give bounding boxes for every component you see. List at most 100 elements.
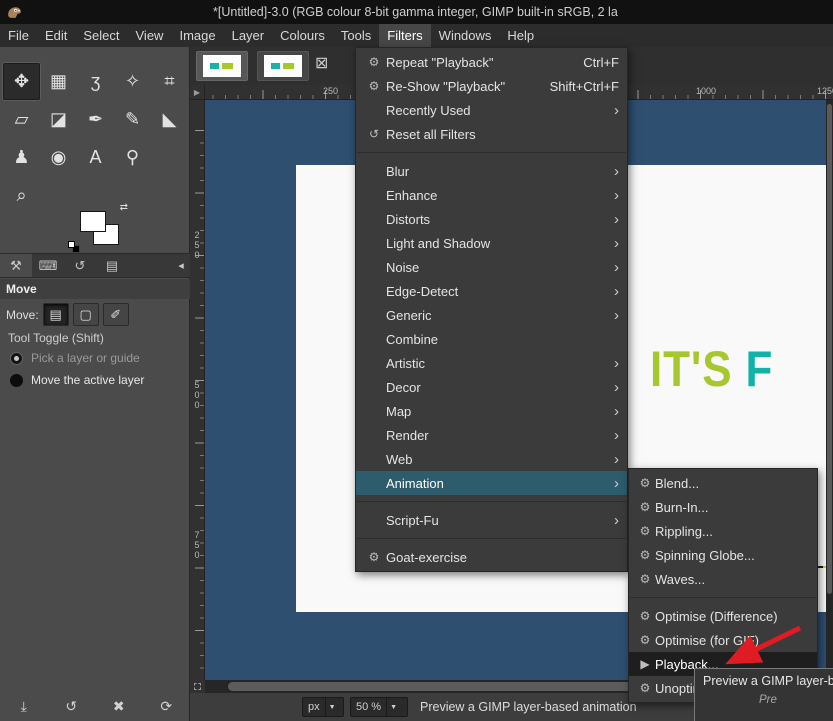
submenu-arrow-icon: ›	[614, 284, 619, 299]
menu-item-label: Optimise (for GIF)	[655, 633, 809, 648]
animation-item-spinning-globe[interactable]: ⚙ Spinning Globe...	[629, 543, 817, 567]
vertical-ruler[interactable]: 250 500 750	[190, 100, 205, 680]
radio-pick-layer[interactable]: Pick a layer or guide	[10, 351, 140, 365]
tool-crop[interactable]: ⌗	[151, 63, 188, 100]
save-tool-preset-button[interactable]: ⤓	[13, 698, 35, 715]
filters-item-decor[interactable]: Decor ›	[356, 375, 627, 399]
menu-separator	[630, 597, 816, 598]
tool-bucket-fill[interactable]: ◪	[40, 101, 77, 138]
filters-item-blur[interactable]: Blur ›	[356, 159, 627, 183]
tool-clone[interactable]: ♟	[3, 139, 40, 176]
tool-options-icon: ⚒	[10, 258, 22, 274]
animation-item-blend[interactable]: ⚙ Blend...	[629, 471, 817, 495]
submenu-arrow-icon: ›	[614, 103, 619, 118]
menu-file[interactable]: File	[0, 24, 37, 47]
filters-item-reset-all[interactable]: ↺ Reset all Filters	[356, 122, 627, 146]
headline-green-text: IT'S	[650, 341, 746, 397]
menu-edit[interactable]: Edit	[37, 24, 75, 47]
vertical-scrollbar[interactable]	[826, 100, 833, 680]
submenu-arrow-icon: ›	[614, 513, 619, 528]
tool-color-picker[interactable]: ⚲	[114, 139, 151, 176]
delete-tool-preset-button[interactable]: ✖	[108, 698, 130, 715]
tool-text[interactable]: A	[77, 139, 114, 176]
restore-tool-preset-button[interactable]: ↺	[60, 698, 82, 715]
tool-smudge[interactable]: ◉	[40, 139, 77, 176]
thumb-green-mark	[283, 63, 294, 69]
filters-item-recently-used[interactable]: Recently Used ›	[356, 98, 627, 122]
filters-item-goat-exercise[interactable]: ⚙ Goat-exercise	[356, 545, 627, 569]
gimp-wilber-icon	[6, 4, 23, 21]
unit-select[interactable]: px ▼	[302, 697, 344, 717]
move-layer-button[interactable]: ▤	[43, 303, 69, 326]
filters-item-web[interactable]: Web ›	[356, 447, 627, 471]
radio-move-active[interactable]: Move the active layer	[10, 373, 144, 387]
move-tool-icon: ✥	[14, 71, 29, 92]
move-path-button[interactable]: ✐	[103, 303, 129, 326]
quickmask-toggle[interactable]	[190, 680, 205, 693]
filters-item-edge-detect[interactable]: Edge-Detect ›	[356, 279, 627, 303]
gimp-window: *[Untitled]-3.0 (RGB colour 8-bit gamma …	[0, 0, 833, 721]
menu-item-label: Artistic	[386, 356, 604, 371]
menu-windows[interactable]: Windows	[431, 24, 500, 47]
canvas-headline-text: IT'S F	[650, 340, 773, 398]
menu-layer[interactable]: Layer	[224, 24, 273, 47]
filters-item-noise[interactable]: Noise ›	[356, 255, 627, 279]
filters-item-light-and-shadow[interactable]: Light and Shadow ›	[356, 231, 627, 255]
menu-filters[interactable]: Filters	[379, 24, 430, 47]
tab-tool-options[interactable]: ⚒	[0, 254, 32, 277]
filters-item-animation[interactable]: Animation ›	[356, 471, 627, 495]
animation-item-rippling[interactable]: ⚙ Rippling...	[629, 519, 817, 543]
filters-item-render[interactable]: Render ›	[356, 423, 627, 447]
filters-item-script-fu[interactable]: Script-Fu ›	[356, 508, 627, 532]
image-tab-2[interactable]	[257, 51, 309, 81]
tool-ink[interactable]: ✒	[77, 101, 114, 138]
tab-images[interactable]: ▤	[96, 254, 128, 277]
filters-item-combine[interactable]: Combine	[356, 327, 627, 351]
plugin-icon: ⚙	[635, 476, 655, 490]
menu-view[interactable]: View	[128, 24, 172, 47]
swap-colors-icon[interactable]: ⇄	[120, 202, 128, 213]
menu-help[interactable]: Help	[499, 24, 542, 47]
tool-shear[interactable]: ▱	[3, 101, 40, 138]
tool-zoom[interactable]: ⌕	[3, 177, 40, 214]
vertical-scroll-thumb[interactable]	[827, 104, 832, 594]
tool-move[interactable]: ✥	[3, 63, 40, 100]
zoom-select[interactable]: 50 % ▼	[350, 697, 408, 717]
image-tab-1[interactable]	[196, 51, 248, 81]
animation-item-burn-in[interactable]: ⚙ Burn-In...	[629, 495, 817, 519]
tool-eraser[interactable]: ◣	[151, 101, 188, 138]
default-colors-icon[interactable]	[68, 241, 80, 253]
menu-tools[interactable]: Tools	[333, 24, 379, 47]
tab-undo-history[interactable]: ↺	[64, 254, 96, 277]
menu-bar: File Edit Select View Image Layer Colour…	[0, 24, 833, 47]
move-selection-button[interactable]: ▢	[73, 303, 99, 326]
tool-fuzzy-select[interactable]: ✧	[114, 63, 151, 100]
filters-item-artistic[interactable]: Artistic ›	[356, 351, 627, 375]
tool-free-select[interactable]: ʒ	[77, 63, 114, 100]
ruler-origin-button[interactable]: ▶	[190, 85, 205, 100]
filters-item-reshow[interactable]: ⚙ Re-Show "Playback" Shift+Ctrl+F	[356, 74, 627, 98]
tool-row-2: ▱ ◪ ✒ ✎ ◣	[3, 101, 188, 138]
filters-item-generic[interactable]: Generic ›	[356, 303, 627, 327]
menu-item-label: Generic	[386, 308, 604, 323]
menu-item-label: Decor	[386, 380, 604, 395]
foreground-color-swatch[interactable]	[80, 211, 106, 232]
reset-tool-options-button[interactable]: ⟳	[155, 698, 177, 715]
tool-pencil[interactable]: ✎	[114, 101, 151, 138]
menu-select[interactable]: Select	[75, 24, 127, 47]
animation-item-optimise-difference[interactable]: ⚙ Optimise (Difference)	[629, 604, 817, 628]
close-tab-icon[interactable]: ⊠	[315, 56, 328, 72]
filters-item-distorts[interactable]: Distorts ›	[356, 207, 627, 231]
tab-device-status[interactable]: ⌨	[32, 254, 64, 277]
tool-rectangle-select[interactable]: ▦	[40, 63, 77, 100]
animation-item-waves[interactable]: ⚙ Waves...	[629, 567, 817, 591]
menu-image[interactable]: Image	[171, 24, 223, 47]
filters-item-map[interactable]: Map ›	[356, 399, 627, 423]
filters-item-enhance[interactable]: Enhance ›	[356, 183, 627, 207]
animation-item-optimise-gif[interactable]: ⚙ Optimise (for GIF)	[629, 628, 817, 652]
menu-colours[interactable]: Colours	[272, 24, 333, 47]
title-bar[interactable]: *[Untitled]-3.0 (RGB colour 8-bit gamma …	[0, 0, 833, 24]
zoom-value: 50 %	[351, 698, 386, 716]
filters-item-repeat[interactable]: ⚙ Repeat "Playback" Ctrl+F	[356, 50, 627, 74]
dock-menu-button[interactable]: ◂	[172, 254, 190, 277]
